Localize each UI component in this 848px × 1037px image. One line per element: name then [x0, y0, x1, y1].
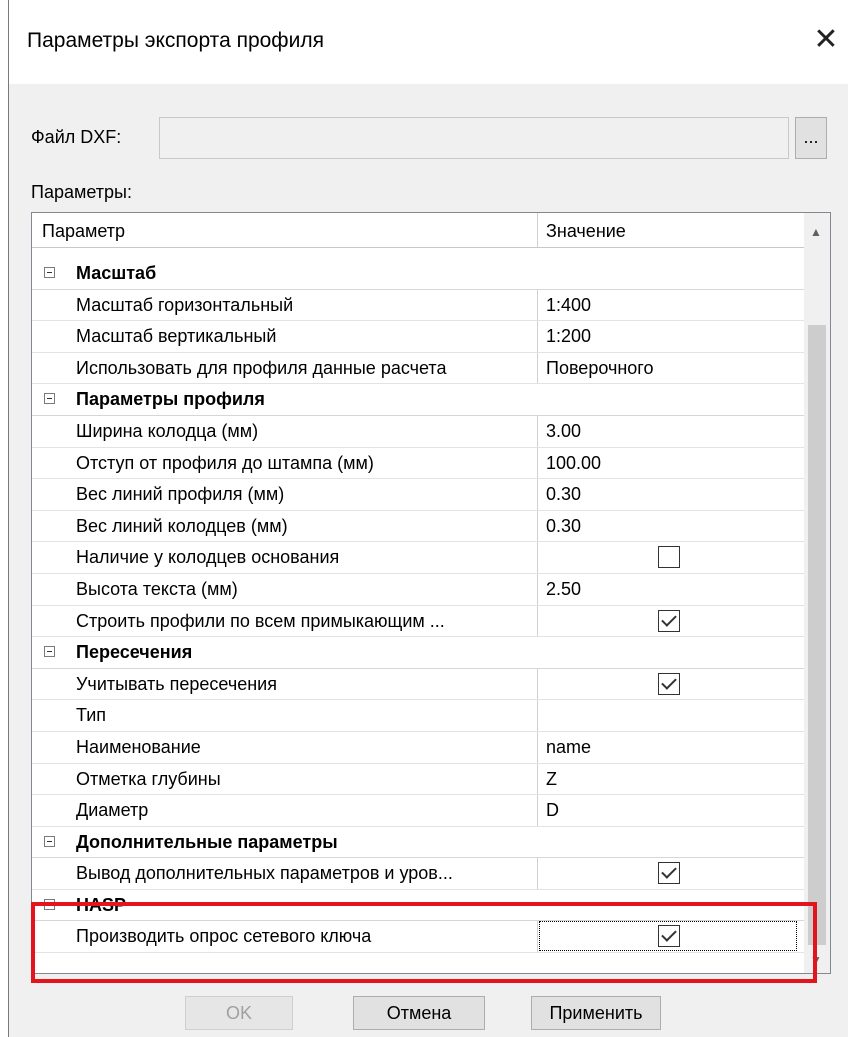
title-bar: Параметры экспорта профиля ✕ [9, 0, 848, 84]
row-value[interactable]: D [546, 800, 559, 821]
row-name: Высота текста (мм) [76, 578, 238, 599]
grid-row[interactable]: Высота текста (мм) 2.50 [32, 573, 804, 606]
row-value[interactable]: 100.00 [546, 453, 601, 474]
row-checkbox[interactable] [658, 546, 680, 569]
row-name: Дополнительные параметры [76, 831, 338, 852]
cancel-button[interactable]: Отмена [353, 996, 485, 1030]
grid-row[interactable]: Строить профили по всем примыкающим ... [32, 605, 804, 638]
grid-row[interactable]: Ширина колодца (мм) 3.00 [32, 415, 804, 448]
grid-row[interactable]: Тип [32, 700, 804, 732]
row-name: Тип [76, 705, 107, 726]
grid-header: Параметр Значение [32, 213, 804, 248]
grid-row[interactable]: Вывод дополнительных параметров и уров..… [32, 858, 804, 890]
grid-rows: Масштаб Масштаб горизонтальный 1:400 Масшта… [32, 248, 804, 954]
row-value[interactable]: 1:200 [546, 326, 591, 347]
close-icon[interactable]: ✕ [811, 22, 841, 58]
row-name: Использовать для профиля данные расчета [76, 357, 447, 378]
grid-category-row[interactable]: Параметры профиля [32, 384, 804, 416]
row-name: Вывод дополнительных параметров и уров..… [76, 863, 453, 884]
apply-button[interactable]: Применить [531, 996, 661, 1030]
property-grid: Параметр Значение Масштаб Масштаб горизон… [31, 212, 831, 974]
scrollbar-thumb[interactable] [808, 325, 826, 945]
row-name: Строить профили по всем примыкающим ... [76, 610, 445, 631]
column-header-value[interactable]: Значение [546, 221, 626, 242]
row-name: Масштаб [76, 263, 157, 283]
grid-row[interactable]: Учитывать пересечения [32, 668, 804, 701]
parameters-label: Параметры: [31, 182, 132, 202]
collapse-icon[interactable] [44, 646, 55, 658]
row-checkbox[interactable] [658, 862, 680, 885]
row-value[interactable]: Z [546, 769, 557, 790]
grid-row[interactable]: Отметка глубины Z [32, 763, 804, 796]
row-name: Диаметр [76, 800, 149, 821]
browse-button[interactable]: ... [795, 117, 827, 159]
row-name: Отметка глубины [76, 768, 221, 789]
row-name: Пересечения [76, 642, 193, 663]
row-value[interactable]: 1:400 [546, 295, 591, 316]
row-value[interactable]: 0.30 [546, 484, 581, 505]
row-name: Учитывать пересечения [76, 673, 277, 694]
dialog-title: Параметры экспорта профиля [27, 29, 324, 52]
grid-category-row[interactable]: Дополнительные параметры [32, 827, 804, 859]
collapse-icon[interactable] [44, 835, 55, 847]
grid-row[interactable]: Масштаб вертикальный 1:200 [32, 321, 804, 353]
grid-row[interactable]: Масштаб горизонтальный 1:400 [32, 289, 804, 322]
grid-row[interactable]: Отступ от профиля до штампа (мм) 100.00 [32, 447, 804, 480]
row-checkbox[interactable] [658, 609, 680, 632]
ok-button[interactable]: OK [185, 996, 293, 1030]
grid-row[interactable]: Вес линий профиля (мм) 0.30 [32, 479, 804, 511]
grid-category-row[interactable]: Пересечения [32, 637, 804, 669]
grid-category-row[interactable]: Масштаб [32, 258, 804, 290]
row-value[interactable]: Поверочного [546, 358, 653, 379]
grid-row[interactable]: Наличие у колодцев основания [32, 542, 804, 574]
row-value[interactable]: 3.00 [546, 421, 581, 442]
row-value[interactable]: 2.50 [546, 579, 581, 600]
row-name: Масштаб вертикальный [76, 326, 277, 347]
row-checkbox[interactable] [658, 672, 680, 695]
row-name: Масштаб горизонтальный [76, 294, 294, 315]
collapse-icon[interactable] [44, 267, 55, 278]
grid-row[interactable]: Диаметр D [32, 795, 804, 827]
vertical-scrollbar[interactable]: ▲ ▼ [804, 213, 830, 973]
row-name: Параметры профиля [76, 389, 265, 410]
export-profile-dialog: Параметры экспорта профиля ✕ Файл DXF: .… [8, 0, 848, 1037]
row-name: Наименование [76, 736, 201, 757]
row-value[interactable]: name [546, 737, 591, 758]
column-header-parameter[interactable]: Параметр [42, 221, 125, 242]
scroll-up-icon[interactable]: ▲ [810, 225, 822, 239]
row-name: Ширина колодца (мм) [76, 420, 259, 441]
grid-row[interactable]: Вес линий колодцев (мм) 0.30 [32, 510, 804, 543]
row-name: Наличие у колодцев основания [76, 547, 340, 568]
row-value[interactable]: 0.30 [546, 516, 581, 537]
highlight-frame [31, 902, 817, 983]
grid-row[interactable]: Использовать для профиля данные расчета П… [32, 352, 804, 385]
dxf-file-field[interactable] [159, 117, 789, 159]
row-name: Отступ от профиля до штампа (мм) [76, 452, 374, 473]
collapse-icon[interactable] [44, 393, 55, 405]
grid-row[interactable]: Наименование name [32, 731, 804, 764]
dxf-file-label: Файл DXF: [31, 127, 122, 147]
row-name: Вес линий профиля (мм) [76, 484, 285, 505]
row-name: Вес линий колодцев (мм) [76, 515, 288, 536]
